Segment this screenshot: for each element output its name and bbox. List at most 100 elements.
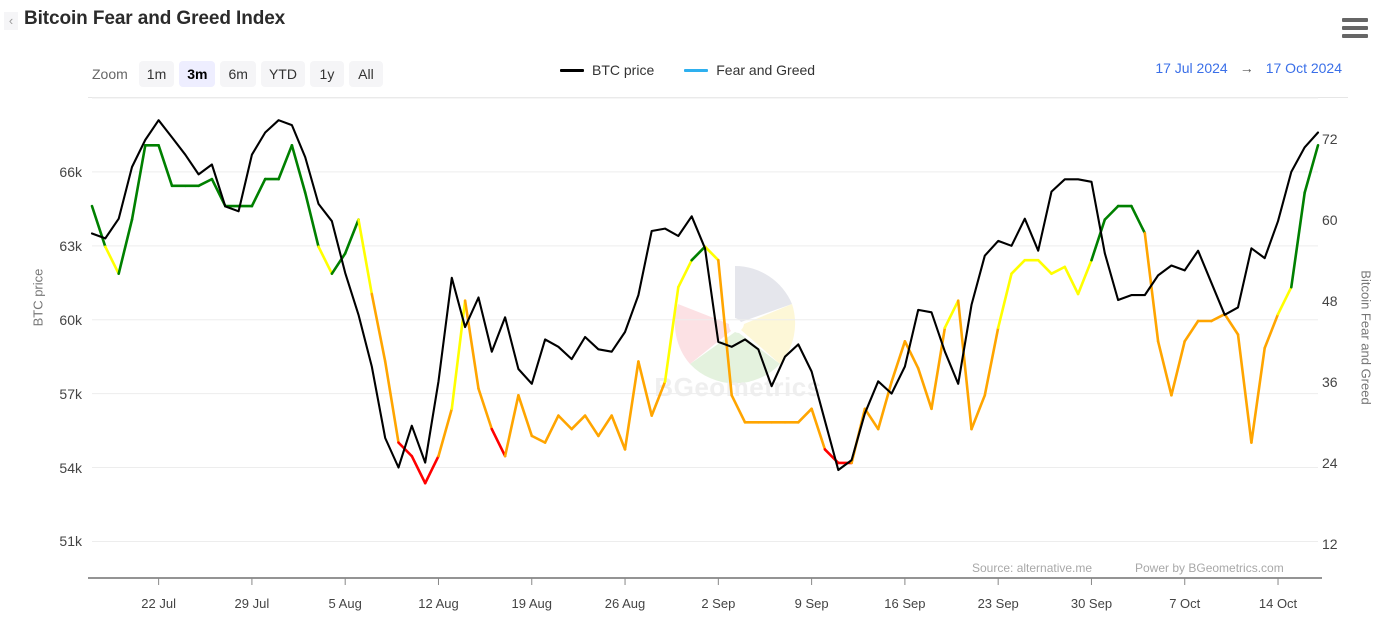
- fng-segment: [450, 299, 467, 411]
- fng-segment: [90, 204, 107, 248]
- x-axis-tick-label: 22 Jul: [141, 596, 176, 611]
- chart-gridlines: [92, 97, 1318, 542]
- left-axis-tick-label: 63k: [59, 237, 82, 254]
- fng-segment: [1130, 204, 1147, 235]
- zoom-range-1y[interactable]: 1y: [309, 61, 344, 87]
- legend-item-btc-price[interactable]: BTC price: [560, 62, 654, 78]
- fng-segment: [1143, 231, 1160, 343]
- x-axis-tick-label: 5 Aug: [328, 596, 362, 611]
- zoom-toolbar: Zoom 1m 3m 6m YTD 1y All: [92, 60, 383, 88]
- right-axis-tick-label: 48: [1322, 292, 1338, 309]
- zoom-range-ytd[interactable]: YTD: [260, 61, 305, 87]
- left-axis-ticks: 66k 63k 60k 57k 54k 51k: [10, 0, 82, 634]
- fng-segment: [357, 218, 374, 296]
- fng-segment: [876, 380, 893, 431]
- fng-segment: [1303, 144, 1320, 194]
- legend-item-fear-and-greed[interactable]: Fear and Greed: [684, 62, 815, 78]
- x-axis-tick-label: 29 Jul: [234, 596, 270, 611]
- zoom-range-6m[interactable]: 6m: [220, 61, 256, 87]
- fng-segment: [1223, 312, 1240, 336]
- zoom-range-all[interactable]: All: [348, 61, 383, 87]
- left-axis-tick-label: 60k: [59, 311, 82, 328]
- fng-segment: [597, 414, 613, 438]
- legend-swatch-btc-price: [560, 68, 584, 72]
- fng-segment: [1050, 265, 1067, 275]
- x-axis-tick-label: 16 Sep: [884, 596, 926, 611]
- fng-segment: [610, 414, 627, 451]
- date-range-from[interactable]: 17 Jul 2024: [1155, 60, 1227, 76]
- fng-segment: [277, 144, 294, 181]
- fng-segment: [797, 407, 813, 424]
- fng-segment: [1063, 265, 1080, 296]
- fng-segment: [996, 272, 1013, 329]
- fng-segment: [503, 394, 520, 458]
- footnote-power: Power by BGeometrics.com: [1135, 561, 1284, 575]
- fng-segment: [104, 245, 120, 275]
- fng-segment: [1263, 312, 1280, 350]
- fng-segment: [410, 454, 427, 485]
- btc-price-line: [90, 119, 1320, 472]
- fng-segment: [463, 299, 480, 390]
- chart-axis-lines: [88, 577, 1322, 585]
- fng-segment: [1103, 204, 1120, 221]
- chart-legend: BTC price Fear and Greed: [560, 62, 815, 78]
- fng-segment: [930, 326, 947, 411]
- fng-segment: [623, 360, 640, 451]
- fng-segment: [317, 245, 334, 275]
- fng-segment: [343, 218, 360, 255]
- fng-segment: [117, 218, 134, 275]
- legend-swatch-fear-and-greed: [684, 68, 709, 72]
- fear-greed-chart-page: ‹ Bitcoin Fear and Greed Index Zoom 1m 3…: [0, 0, 1386, 634]
- zoom-range-3m[interactable]: 3m: [179, 61, 216, 87]
- fng-segment: [157, 144, 174, 188]
- right-axis-tick-label: 60: [1322, 211, 1338, 228]
- left-axis-tick-label: 51k: [59, 533, 82, 550]
- fng-segment: [690, 245, 707, 262]
- fng-segment: [397, 441, 414, 458]
- fng-segment: [130, 144, 147, 221]
- footnote-source: Source: alternative.me: [972, 561, 1093, 575]
- zoom-label: Zoom: [92, 66, 128, 82]
- fng-segment: [210, 177, 227, 208]
- x-axis-tick-label: 14 Oct: [1258, 596, 1298, 611]
- x-axis-tick-label: 30 Sep: [1070, 596, 1113, 611]
- x-axis-tick-label: 26 Aug: [604, 596, 646, 611]
- fng-segment: [1036, 258, 1053, 275]
- fng-segment: [810, 407, 827, 451]
- fng-segment: [330, 252, 347, 275]
- fng-segment: [1090, 218, 1107, 262]
- legend-label-fear-and-greed: Fear and Greed: [716, 62, 816, 78]
- fng-segment: [863, 407, 880, 431]
- x-axis-tick-label: 23 Sep: [977, 596, 1019, 611]
- x-axis-tick-label: 9 Sep: [794, 596, 829, 611]
- fng-segment: [197, 177, 214, 188]
- fng-segment: [477, 387, 494, 431]
- fng-segment: [903, 340, 920, 370]
- left-axis-tick-label: 54k: [59, 459, 82, 476]
- fng-segment: [423, 454, 440, 485]
- fng-segment: [290, 144, 307, 194]
- zoom-range-1m[interactable]: 1m: [138, 61, 175, 87]
- legend-label-btc-price: BTC price: [592, 62, 655, 78]
- date-range-arrow-icon: →: [1239, 60, 1254, 76]
- fng-segment: [943, 299, 960, 329]
- fng-segment: [250, 177, 267, 208]
- right-axis-tick-label: 72: [1322, 130, 1338, 147]
- fng-segment: [1076, 258, 1093, 296]
- fng-segment: [1210, 312, 1226, 323]
- right-axis-tick-label: 24: [1322, 454, 1338, 471]
- fng-segment: [1183, 319, 1200, 343]
- fng-segment: [1156, 340, 1173, 397]
- fng-segment: [383, 360, 400, 444]
- date-range-selector: 17 Jul 2024 → 17 Oct 2024: [1155, 60, 1342, 76]
- fng-segment: [703, 245, 720, 262]
- fng-segment: [1276, 285, 1293, 316]
- fng-segment: [543, 414, 560, 444]
- fng-segment: [1250, 346, 1266, 444]
- fng-segment: [850, 407, 867, 465]
- fng-segment: [970, 394, 987, 431]
- fng-segment: [890, 340, 907, 384]
- fng-segment: [916, 367, 933, 411]
- fng-segment: [1010, 258, 1027, 275]
- fng-segment: [663, 285, 680, 384]
